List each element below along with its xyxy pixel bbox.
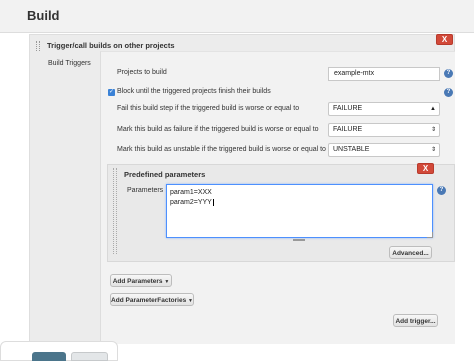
fail-step-value: FAILURE <box>333 105 363 112</box>
block-label: Block until the triggered projects finis… <box>117 88 271 95</box>
add-trigger-button[interactable]: Add trigger... <box>393 314 438 327</box>
projects-input[interactable]: example-mtx <box>328 67 440 81</box>
select-updown-icon: ▲ <box>430 106 436 112</box>
apply-button[interactable] <box>71 352 108 361</box>
chevron-down-icon: ▼ <box>164 279 170 285</box>
delete-section-button[interactable]: X <box>436 34 453 45</box>
parameters-line-2: param2=YYY <box>170 198 429 208</box>
advanced-button[interactable]: Advanced... <box>389 246 432 259</box>
drag-handle-icon[interactable] <box>36 41 40 51</box>
page-title: Build <box>27 8 60 23</box>
fail-step-select[interactable]: FAILURE ▲ <box>328 102 440 116</box>
add-parameters-label: Add Parameters <box>112 278 163 285</box>
block-checkbox[interactable]: ✓ <box>108 89 115 96</box>
mark-unstable-select[interactable]: UNSTABLE ⇕ <box>328 143 440 157</box>
parameters-line-2-text: param2=YYY <box>170 199 212 206</box>
text-cursor <box>212 199 214 206</box>
mark-failure-select[interactable]: FAILURE ⇕ <box>328 123 440 137</box>
help-icon[interactable]: ? <box>437 186 446 195</box>
parameters-textarea[interactable]: param1=XXX param2=YYY <box>166 184 433 238</box>
add-parameters-button[interactable]: Add Parameters ▼ <box>110 274 172 287</box>
mark-unstable-value: UNSTABLE <box>333 146 370 153</box>
select-updown-icon: ⇕ <box>430 147 436 153</box>
resize-handle-icon[interactable] <box>427 232 433 238</box>
textarea-grip-icon[interactable] <box>293 239 305 241</box>
chevron-down-icon: ▼ <box>188 298 193 304</box>
projects-label: Projects to build <box>117 69 167 76</box>
add-parameter-factories-button[interactable]: Add ParameterFactories ▼ <box>110 293 194 306</box>
page-header <box>0 0 474 33</box>
drag-handle-icon[interactable] <box>113 168 117 254</box>
save-button[interactable] <box>32 352 66 361</box>
build-triggers-label: Build Triggers <box>48 60 91 67</box>
mark-failure-label: Mark this build as failure if the trigge… <box>117 126 319 133</box>
select-updown-icon: ⇕ <box>430 127 436 133</box>
add-parameter-factories-label: Add ParameterFactories <box>111 297 187 304</box>
help-icon[interactable]: ? <box>444 69 453 78</box>
mark-failure-value: FAILURE <box>333 126 363 133</box>
delete-parameters-button[interactable]: X <box>417 163 434 174</box>
predefined-parameters-title: Predefined parameters <box>124 170 206 179</box>
section-title: Trigger/call builds on other projects <box>47 41 175 50</box>
parameters-label: Parameters <box>127 187 164 194</box>
parameters-line-1: param1=XXX <box>170 189 212 196</box>
mark-unstable-label: Mark this build as unstable if the trigg… <box>117 146 326 153</box>
fail-step-label: Fail this build step if the triggered bu… <box>117 105 300 112</box>
help-icon[interactable]: ? <box>444 88 453 97</box>
